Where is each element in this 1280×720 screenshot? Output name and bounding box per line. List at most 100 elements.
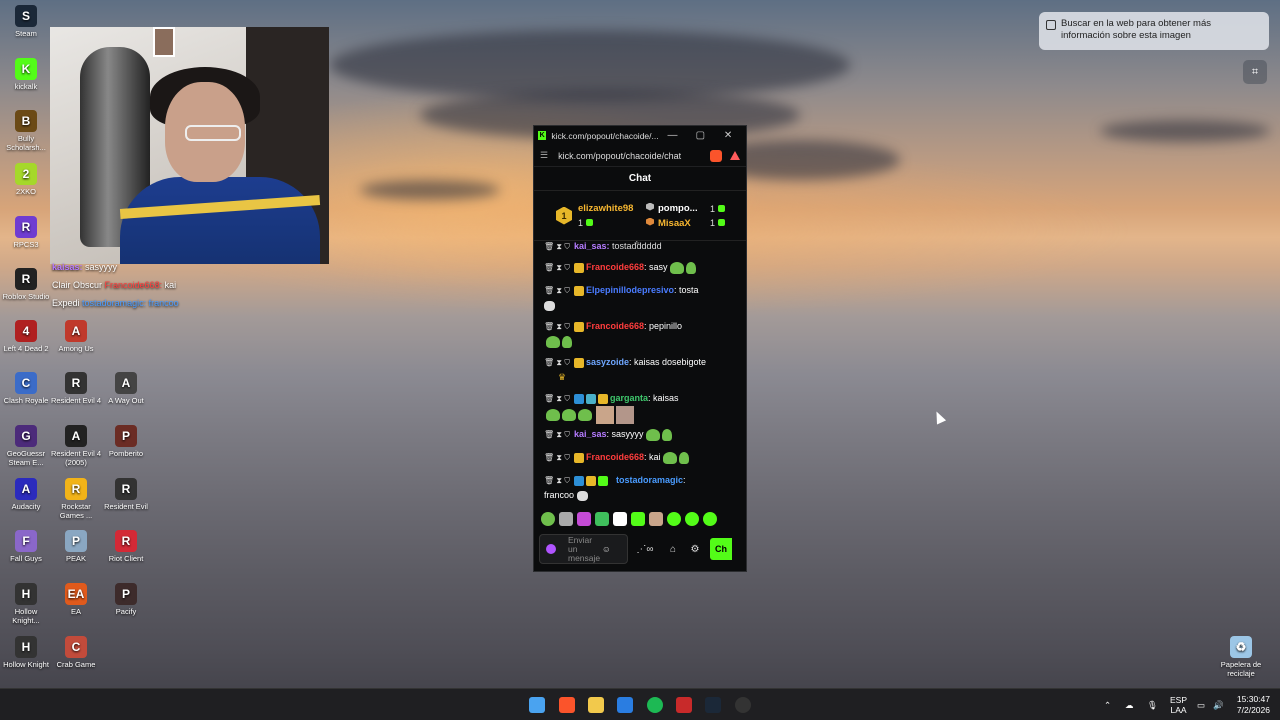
desktop-icon[interactable]: S Steam <box>0 5 52 38</box>
maximize-button[interactable]: ▢ <box>686 130 714 141</box>
desktop-icon[interactable]: C Clash Royale <box>0 372 52 405</box>
lens-tooltip[interactable]: Buscar en la web para obtener más inform… <box>1039 12 1269 50</box>
desktop-icon[interactable]: Kkickalk <box>0 58 52 91</box>
desktop-icon[interactable]: R Resident Evil <box>100 478 152 511</box>
site-settings-icon[interactable]: ☰ <box>540 150 548 161</box>
brave-rewards-icon[interactable] <box>730 151 740 160</box>
gifter-name[interactable]: pompo... <box>646 202 706 214</box>
lens-search-button[interactable]: ⌗ <box>1243 60 1267 84</box>
emoji-icon[interactable]: ☺ <box>602 544 611 554</box>
gifter-count: 1 <box>578 218 640 228</box>
desktop-icon-label: Hollow Knight... <box>12 607 40 625</box>
volume-icon[interactable]: 🔊 <box>1213 689 1224 720</box>
minimize-button[interactable]: — <box>659 130 687 141</box>
gifter-name[interactable]: elizawhite98 <box>578 203 640 214</box>
clock[interactable]: 15:30:47 7/2/2026 <box>1234 694 1270 716</box>
desktop-icon-label: Riot Client <box>108 554 144 563</box>
desktop-icon-label: Resident Evil 4 <box>50 396 102 405</box>
desktop-icon[interactable]: ♻ Papelera de reciclaje <box>1215 636 1267 678</box>
steam-icon[interactable] <box>705 697 721 713</box>
app-icon: R <box>115 478 137 500</box>
explorer-icon[interactable] <box>588 697 604 713</box>
chat-input-row: Enviar un mensaje ☺ ⋰∞ ⌂ ⚙ Ch <box>539 534 744 564</box>
start-icon[interactable] <box>529 697 545 713</box>
window-titlebar: K kick.com/popout/chacoide/... — ▢ ✕ <box>534 126 746 145</box>
brave-shield-icon[interactable] <box>710 149 722 162</box>
desktop-icon[interactable]: R Riot Client <box>100 530 152 563</box>
desktop-icon-label: Among Us <box>58 344 94 353</box>
desktop-icon[interactable]: A A Way Out <box>100 372 152 405</box>
desktop-icon-label: EA <box>70 607 81 616</box>
desktop-icon[interactable]: A Resident Evil 4 (2005) <box>50 425 102 467</box>
desktop-icon[interactable]: EA EA <box>50 583 102 616</box>
gifter-name[interactable]: MisaaX <box>646 217 706 229</box>
app-icon: A <box>115 372 137 394</box>
app-icon: S <box>15 5 37 27</box>
desktop-icon-label: Pomberito <box>108 449 144 458</box>
desktop-icon[interactable]: P Pacify <box>100 583 152 616</box>
onedrive-icon[interactable]: ☁ <box>1125 689 1134 720</box>
desktop-icon[interactable]: 4 Left 4 Dead 2 <box>0 320 52 353</box>
clock-date: 7/2/2026 <box>1236 705 1270 715</box>
desktop-icon[interactable]: R RPCS3 <box>0 216 52 249</box>
tray-chevron-icon[interactable]: ⌃ <box>1104 689 1111 720</box>
app-icon: P <box>65 530 87 552</box>
obs-icon[interactable] <box>735 697 751 713</box>
desktop-icon[interactable]: P Pomberito <box>100 425 152 458</box>
desktop-icon[interactable]: A Audacity <box>0 478 52 511</box>
desktop-icon[interactable]: B Bully Scholarsh... <box>0 110 52 152</box>
desktop-icon-label: Left 4 Dead 2 <box>3 344 49 353</box>
desktop-icon-label: Hollow Knight <box>3 660 49 669</box>
desktop-icon-label: Clash Royale <box>3 396 49 405</box>
chat-message: 🗑 ⧗ ⛉ kai_sas: tostadddddd <box>544 241 662 251</box>
address-bar[interactable]: ☰ kick.com/popout/chacoide/chat <box>534 145 746 167</box>
desktop-icon[interactable]: R Roblox Studio <box>0 268 52 301</box>
app-icon: P <box>115 425 137 447</box>
chat-input[interactable]: Enviar un mensaje ☺ <box>539 534 628 564</box>
desktop-icon[interactable]: F Fall Guys <box>0 530 52 563</box>
desktop-icon[interactable]: R Rockstar Games ... <box>50 478 102 520</box>
send-chat-button[interactable]: Ch <box>710 538 732 560</box>
mic-icon[interactable] <box>546 544 556 554</box>
store-icon[interactable]: ⌂ <box>662 544 684 555</box>
desktop-icon[interactable]: 2 2XKO <box>0 163 52 196</box>
desktop-icon-label: Pacify <box>115 607 137 616</box>
desktop-icon-label: Audacity <box>11 502 41 511</box>
rank-badge: 1 <box>556 206 572 225</box>
desktop-icon[interactable]: C Crab Game <box>50 636 102 669</box>
kick-icon: K <box>538 131 547 140</box>
lens-icon <box>1046 20 1056 30</box>
app-icon: A <box>15 478 37 500</box>
app-icon: F <box>15 530 37 552</box>
emote-bar[interactable] <box>541 512 717 526</box>
meter-icon[interactable] <box>676 697 692 713</box>
app-icon: C <box>65 636 87 658</box>
url-text[interactable]: kick.com/popout/chacoide/chat <box>558 151 710 161</box>
desktop-icon-label: PEAK <box>65 554 86 563</box>
mic-tray-icon[interactable]: 🎙 <box>1147 689 1158 720</box>
chat-messages: ⩡ 🗑 ⧗ ⛉ kai_sas: tostadddddd 🗑 ⧗ ⛉ Francoi… <box>534 241 746 511</box>
desktop-icon[interactable]: A Among Us <box>50 320 102 353</box>
chat-message: 🗑 ⧗ ⛉ Elpepinillodepresivo: tosta <box>544 283 734 312</box>
close-button[interactable]: ✕ <box>714 130 742 141</box>
app-icon: R <box>115 530 137 552</box>
clock-time: 15:30:47 <box>1236 694 1270 704</box>
desktop-icon[interactable]: G GeoGuessr Steam E... <box>0 425 52 467</box>
settings-icon[interactable]: ⚙ <box>684 544 706 555</box>
network-icon[interactable]: ▭ <box>1197 689 1205 720</box>
users-icon[interactable]: ⋰∞ <box>634 544 656 555</box>
desktop-icon-label: Rockstar Games ... <box>59 502 93 520</box>
desktop-icon[interactable]: P PEAK <box>50 530 102 563</box>
desktop-icon[interactable]: R Resident Evil 4 <box>50 372 102 405</box>
chat-message: 🗑 ⧗ ⛉ tostadoramagic: francoo <box>544 475 686 501</box>
bing-icon[interactable] <box>617 697 633 713</box>
app-icon: B <box>15 110 37 132</box>
brave-icon[interactable] <box>559 697 575 713</box>
language-indicator[interactable]: ESP LAA <box>1170 689 1187 720</box>
app-icon: P <box>115 583 137 605</box>
spotify-icon[interactable] <box>647 697 663 713</box>
desktop-icon[interactable]: H Hollow Knight <box>0 636 52 669</box>
chat-message: 🗑 ⧗ ⛉ Francoide668: kai <box>544 450 734 465</box>
app-icon: A <box>65 425 87 447</box>
desktop-icon[interactable]: H Hollow Knight... <box>0 583 52 625</box>
